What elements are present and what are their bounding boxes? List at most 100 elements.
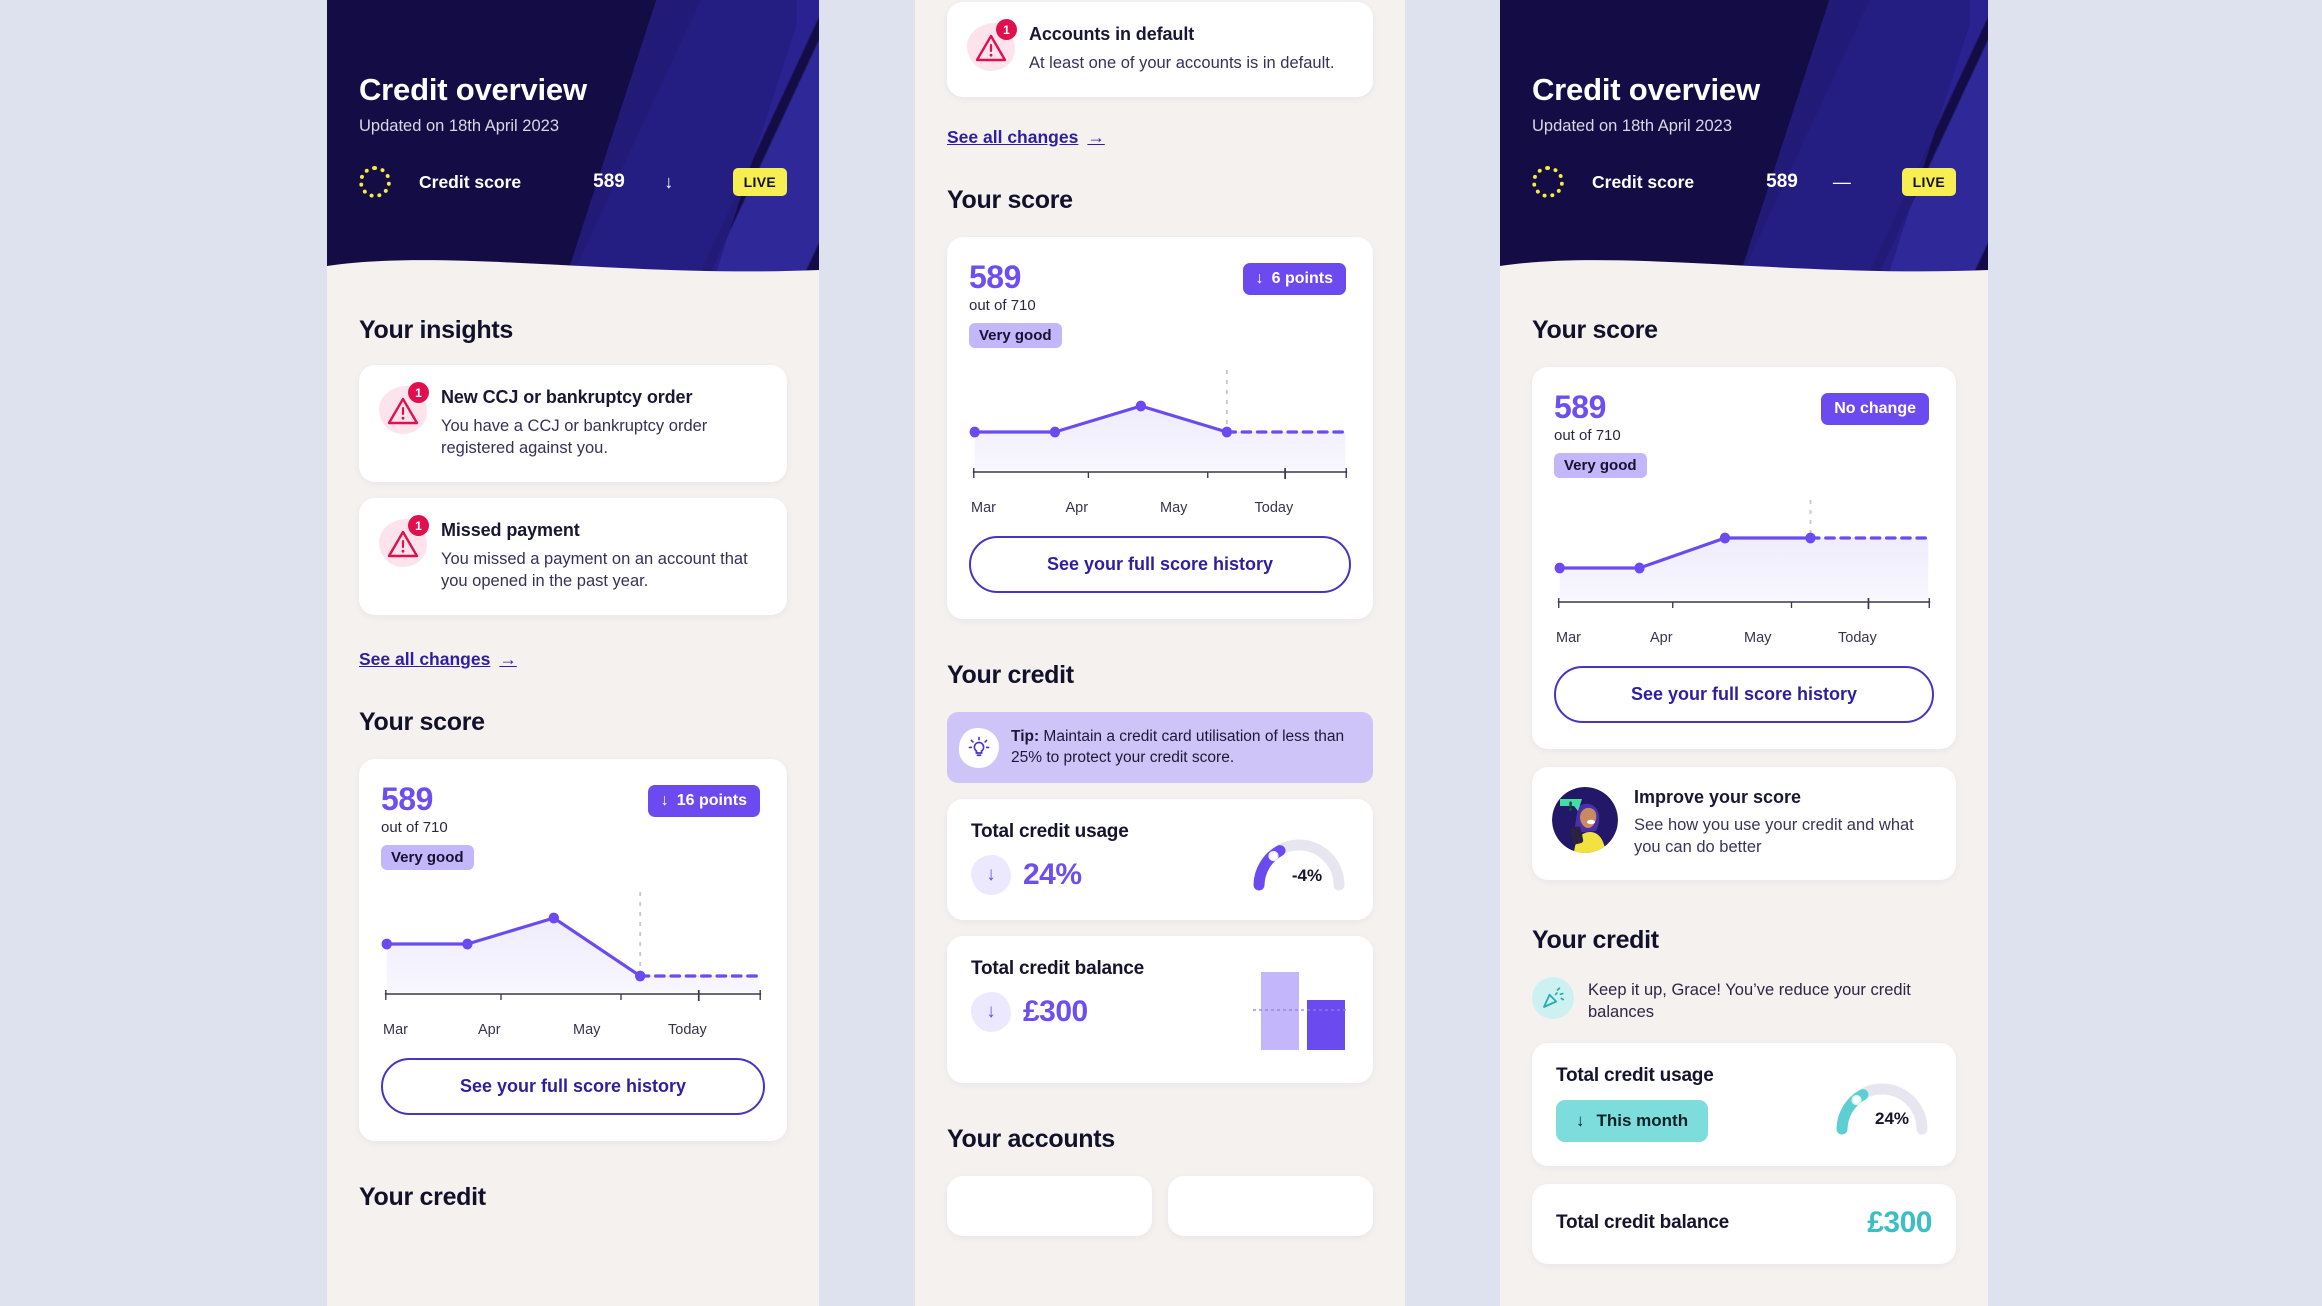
credit-score-value: 589 [1766, 171, 1798, 192]
arrow-right-icon: → [499, 649, 517, 670]
total-credit-balance-card[interactable]: Total credit balance £300 [1532, 1184, 1956, 1265]
score-chart-x-labels: Mar Apr May Today [1554, 630, 1934, 646]
score-delta-badge: ↓ 6 points [1242, 263, 1346, 296]
credit-score-label: Credit score [1592, 171, 1695, 192]
score-history-chart: Mar Apr May Today [381, 884, 765, 1038]
score-history-chart: Mar Apr May Today [1554, 492, 1934, 646]
last-updated-text: Updated on 18th April 2023 [359, 117, 559, 135]
your-insights-heading: Your insights [359, 316, 513, 344]
phone-panel-2: 1 Accounts in default At least one of yo… [915, 0, 1405, 1306]
account-card[interactable] [1168, 1176, 1373, 1237]
last-updated-text: Updated on 18th April 2023 [1532, 117, 1732, 135]
x-tick-label: Mar [971, 500, 996, 517]
total-credit-balance-card[interactable]: Total credit balance ↓ £300 [947, 936, 1373, 1084]
insight-count-badge: 1 [408, 382, 429, 403]
phone-panel-1: Credit overview Updated on 18th April 20… [327, 0, 819, 1306]
total-credit-usage-card[interactable]: Total credit usage ↓ 24% -4% [947, 799, 1373, 921]
see-all-changes-label: See all changes [947, 127, 1079, 148]
score-delta-badge: ↓ 16 points [647, 785, 760, 818]
x-tick-label: May [573, 1022, 601, 1039]
x-tick-label: Apr [478, 1022, 501, 1039]
hero-score-row: Credit score 589 ↓ LIVE [359, 166, 787, 198]
score-card: 589 out of 710 Very good ↓ 6 points Mar … [947, 237, 1373, 620]
insight-body: You missed a payment on an account that … [441, 550, 748, 591]
avatar-illustration-icon [1552, 787, 1618, 853]
live-badge: LIVE [732, 168, 787, 196]
page-title: Credit overview [359, 72, 587, 107]
credit-overview-hero: Credit overview Updated on 18th April 20… [327, 0, 819, 290]
screenshot-stage: Credit overview Updated on 18th April 20… [0, 0, 2322, 1306]
your-credit-heading: Your credit [1532, 926, 1659, 955]
live-badge: LIVE [1901, 168, 1956, 196]
see-all-changes-link[interactable]: See all changes → [947, 127, 1105, 148]
insight-title: New CCJ or bankruptcy order [441, 387, 693, 407]
x-tick-label: Mar [1556, 630, 1581, 646]
lightbulb-icon [959, 727, 999, 768]
party-popper-glyph [1543, 987, 1565, 1009]
your-accounts-heading: Your accounts [947, 1125, 1115, 1154]
account-card[interactable] [947, 1176, 1152, 1237]
phone-panel-3: Credit overview Updated on 18th April 20… [1500, 0, 1988, 1306]
arrow-down-icon: ↓ [1576, 1111, 1585, 1131]
metric-title: Total credit balance [1556, 1212, 1730, 1234]
tip-label: Tip: [1011, 728, 1040, 746]
credit-balance-bar-chart [1253, 958, 1349, 1059]
celebration-message: Keep it up, Grace! You’ve reduce your cr… [1532, 977, 1956, 1023]
see-all-changes-label: See all changes [359, 649, 491, 670]
total-credit-usage-card[interactable]: Total credit usage ↓ This month 24% [1532, 1043, 1956, 1167]
this-month-label: This month [1596, 1111, 1689, 1131]
gauge-svg: -4% [1253, 839, 1345, 891]
improve-your-score-card[interactable]: Improve your score See how you use your … [1532, 767, 1956, 881]
score-delta-label: 6 points [1271, 270, 1333, 288]
credit-score-label: Credit score [419, 171, 522, 192]
see-full-score-history-button[interactable]: See your full score history [1554, 666, 1934, 723]
your-score-heading: Your score [359, 708, 485, 737]
metric-value: 24% [1023, 858, 1082, 892]
warning-triangle-icon: 1 [379, 382, 429, 434]
insight-card[interactable]: 1 New CCJ or bankruptcy order You have a… [359, 365, 787, 483]
x-tick-label: Today [1838, 630, 1877, 646]
score-line-chart-svg [1554, 500, 1931, 609]
score-out-of: out of 710 [969, 297, 1036, 315]
insight-count-badge: 1 [996, 19, 1017, 40]
tip-body: Maintain a credit card utilisation of le… [1011, 728, 1345, 766]
insight-count-badge: 1 [408, 515, 429, 537]
improve-body: See how you use your credit and what you… [1634, 816, 1914, 857]
see-full-score-history-button[interactable]: See your full score history [969, 536, 1351, 594]
improve-title: Improve your score [1634, 787, 1802, 807]
insight-title: Accounts in default [1029, 24, 1195, 44]
score-delta-badge: No change [1821, 393, 1929, 425]
your-credit-heading: Your credit [947, 661, 1074, 690]
gauge-svg: 24% [1836, 1083, 1928, 1135]
your-credit-heading: Your credit [359, 1183, 486, 1212]
x-tick-label: Apr [1065, 500, 1089, 517]
lightbulb-glyph [968, 736, 990, 756]
accounts-in-default-card[interactable]: 1 Accounts in default At least one of yo… [947, 2, 1373, 98]
arrow-down-icon: ↓ [971, 992, 1011, 1033]
score-card: 589 out of 710 Very good No change Mar A… [1532, 367, 1956, 749]
metric-title: Total credit usage [1556, 1065, 1714, 1087]
score-out-of: out of 710 [381, 819, 448, 837]
credit-overview-hero: Credit overview Updated on 18th April 20… [1500, 0, 1988, 290]
see-full-score-history-button[interactable]: See your full score history [381, 1058, 765, 1116]
insight-card[interactable]: 1 Missed payment You missed a payment on… [359, 498, 787, 616]
page-title: Credit overview [1532, 72, 1760, 107]
x-tick-label: May [1744, 630, 1772, 646]
dotted-ring-icon [359, 166, 391, 198]
score-delta-label: No change [1834, 400, 1916, 417]
metric-value: £300 [1867, 1206, 1932, 1240]
insight-title: Missed payment [441, 520, 580, 541]
arrow-down-icon: ↓ [664, 171, 674, 192]
party-popper-icon [1532, 977, 1574, 1020]
dotted-ring-icon [1532, 166, 1564, 198]
hero-wave-divider [327, 260, 819, 290]
arrow-down-icon: ↓ [660, 792, 669, 810]
score-chart-x-labels: Mar Apr May Today [969, 500, 1351, 516]
score-card: 589 out of 710 Very good ↓ 16 points Mar… [359, 759, 787, 1142]
no-change-dash-icon: — [1832, 171, 1851, 192]
score-rating-badge: Very good [381, 845, 474, 871]
x-tick-label: Mar [383, 1022, 408, 1039]
see-all-changes-link[interactable]: See all changes → [359, 649, 517, 670]
warning-triangle-icon: 1 [379, 515, 429, 568]
credit-score-value: 589 [593, 171, 625, 192]
